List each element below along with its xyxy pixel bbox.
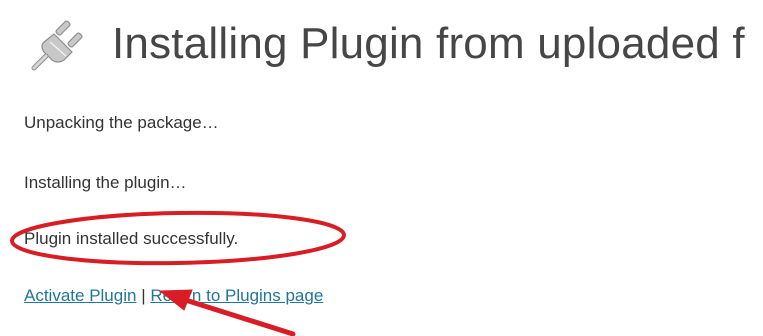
status-success: Plugin installed successfully.: [24, 229, 239, 248]
plugin-icon: [31, 20, 83, 71]
status-installing: Installing the plugin…: [24, 173, 187, 192]
activate-plugin-link[interactable]: Activate Plugin: [24, 286, 136, 305]
install-plugin-page: Installing Plugin from uploaded f Unpack…: [0, 0, 763, 336]
action-links: Activate Plugin | Return to Plugins page: [24, 286, 323, 306]
page-heading: Installing Plugin from uploaded f: [30, 14, 745, 74]
return-to-plugins-link[interactable]: Return to Plugins page: [150, 286, 323, 305]
page-title: Installing Plugin from uploaded f: [112, 19, 745, 68]
link-separator: |: [141, 286, 146, 305]
status-unpacking: Unpacking the package…: [24, 113, 219, 132]
